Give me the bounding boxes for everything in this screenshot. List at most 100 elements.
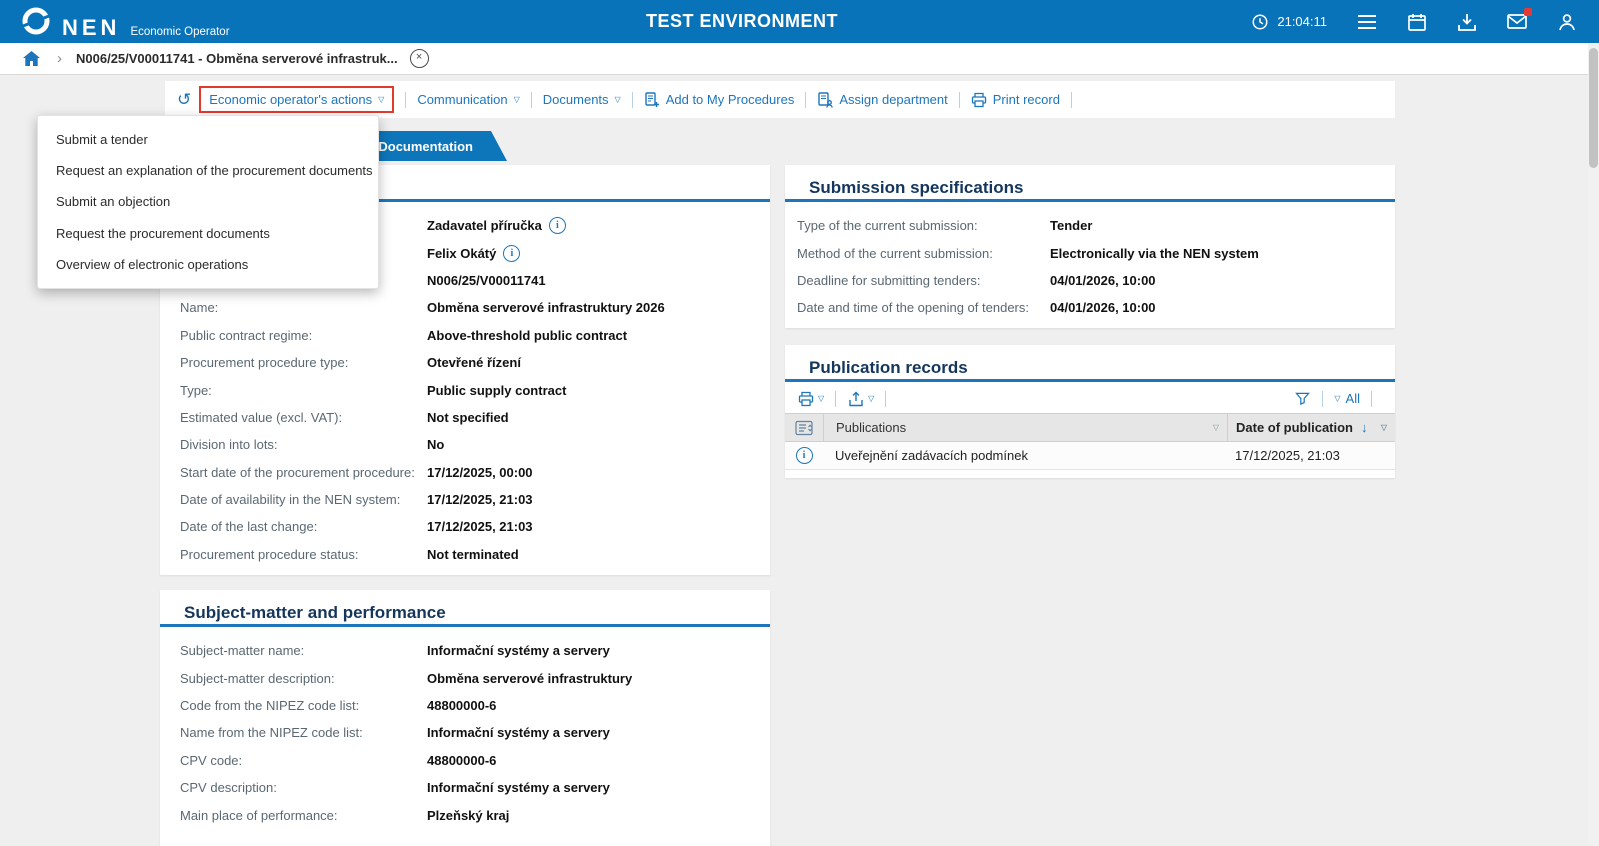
economic-operator-actions-label: Economic operator's actions bbox=[209, 92, 372, 107]
export-icon[interactable] bbox=[847, 390, 864, 407]
nen-logo-icon bbox=[20, 5, 52, 37]
field-row: Subject-matter description: Obměna serve… bbox=[160, 664, 770, 691]
field-label: Start date of the procurement procedure: bbox=[180, 465, 427, 480]
field-label: Procurement procedure status: bbox=[180, 547, 427, 562]
publication-name: Uveřejnění zadávacích podmínek bbox=[823, 448, 1227, 463]
info-icon[interactable]: i bbox=[503, 245, 520, 262]
field-value: Otevřené řízení bbox=[427, 355, 521, 370]
calendar-icon[interactable] bbox=[1407, 12, 1427, 32]
user-icon[interactable] bbox=[1557, 12, 1577, 32]
field-value: Tender bbox=[1050, 218, 1092, 233]
documents-label: Documents bbox=[543, 92, 609, 107]
field-row: Date of availability in the NEN system: … bbox=[160, 486, 770, 513]
field-row: Name from the NIPEZ code list: Informačn… bbox=[160, 719, 770, 746]
table-row[interactable]: i Uveřejnění zadávacích podmínek 17/12/2… bbox=[785, 442, 1395, 470]
field-label: CPV code: bbox=[180, 753, 427, 768]
column-label: Publications bbox=[836, 420, 906, 435]
print-record-button[interactable]: Print record bbox=[971, 92, 1060, 108]
field-row: Procurement procedure status: Not termin… bbox=[160, 541, 770, 568]
chevron-down-icon[interactable]: ▽ bbox=[868, 395, 874, 403]
filter-all-link[interactable]: All bbox=[1346, 391, 1360, 406]
column-filter-icon[interactable]: ▽ bbox=[1213, 423, 1219, 432]
field-row: Estimated value (excl. VAT): Not specifi… bbox=[160, 404, 770, 431]
submission-specifications-card: Submission specifications Type of the cu… bbox=[785, 165, 1395, 328]
column-filter-icon[interactable]: ▽ bbox=[1381, 423, 1387, 432]
sort-desc-icon[interactable]: ↓ bbox=[1361, 420, 1368, 435]
header-actions: 21:04:11 bbox=[1250, 0, 1577, 43]
column-header-publications[interactable]: Publications ▽ bbox=[824, 414, 1228, 441]
field-row: Subject-matter name: Informační systémy … bbox=[160, 637, 770, 664]
filter-icon[interactable] bbox=[1294, 390, 1311, 407]
field-value: 17/12/2025, 21:03 bbox=[427, 519, 533, 534]
scrollbar-track[interactable] bbox=[1588, 43, 1599, 846]
field-row: CPV code: 48800000-6 bbox=[160, 747, 770, 774]
field-row: CPV description: Informační systémy a se… bbox=[160, 774, 770, 801]
field-label: Type of the current submission: bbox=[797, 218, 1050, 233]
field-label: Subject-matter name: bbox=[180, 643, 427, 658]
field-value: Informační systémy a servery bbox=[427, 725, 610, 740]
field-value: Plzeňský kraj bbox=[427, 808, 509, 823]
field-row: Date and time of the opening of tenders:… bbox=[785, 294, 1395, 321]
economic-operator-actions-menu: Submit a tender Request an explanation o… bbox=[37, 115, 379, 289]
close-icon[interactable]: × bbox=[410, 49, 429, 68]
print-record-label: Print record bbox=[993, 92, 1060, 107]
field-value: Not specified bbox=[427, 410, 509, 425]
menu-item-electronic-operations[interactable]: Overview of electronic operations bbox=[38, 249, 378, 280]
column-header-date-of-publication[interactable]: Date of publication ↓ ▽ bbox=[1228, 414, 1395, 441]
brand[interactable]: NEN Economic Operator bbox=[20, 5, 230, 39]
separator bbox=[632, 92, 633, 108]
session-clock: 21:04:11 bbox=[1250, 12, 1327, 32]
separator bbox=[959, 92, 960, 108]
field-row: Type of the current submission: Tender bbox=[785, 212, 1395, 239]
menu-item-request-explanation[interactable]: Request an explanation of the procuremen… bbox=[38, 155, 378, 186]
field-row: Date of the last change: 17/12/2025, 21:… bbox=[160, 513, 770, 540]
economic-operator-actions-button[interactable]: Economic operator's actions ▽ bbox=[199, 86, 394, 113]
field-label: Name: bbox=[180, 300, 427, 315]
field-row: Method of the current submission: Electr… bbox=[785, 239, 1395, 266]
card-title: Submission specifications bbox=[785, 165, 1395, 202]
field-value: Above-threshold public contract bbox=[427, 328, 627, 343]
print-table-icon[interactable] bbox=[797, 390, 814, 407]
notification-badge bbox=[1524, 8, 1532, 16]
field-label: Division into lots: bbox=[180, 437, 427, 452]
filter-preset-icon[interactable]: ▽ bbox=[1334, 395, 1340, 403]
home-icon[interactable] bbox=[22, 50, 41, 68]
field-value: Public supply contract bbox=[427, 383, 566, 398]
field-row: Procurement procedure type: Otevřené říz… bbox=[160, 349, 770, 376]
separator bbox=[405, 92, 406, 108]
breadcrumb-current[interactable]: N006/25/V00011741 - Obměna serverové inf… bbox=[76, 51, 398, 66]
environment-title: TEST ENVIRONMENT bbox=[646, 0, 838, 43]
assign-department-button[interactable]: Assign department bbox=[817, 92, 947, 108]
field-label: Type: bbox=[180, 383, 427, 398]
publications-table-header: Publications ▽ Date of publication ↓ ▽ bbox=[785, 413, 1395, 442]
menu-item-request-documents[interactable]: Request the procurement documents bbox=[38, 218, 378, 249]
chevron-down-icon: ▽ bbox=[514, 96, 520, 104]
documents-menu[interactable]: Documents ▽ bbox=[543, 92, 621, 107]
submission-rows: Type of the current submission: Tender M… bbox=[785, 202, 1395, 322]
brand-name: NEN bbox=[62, 17, 120, 39]
field-label: CPV description: bbox=[180, 780, 427, 795]
history-icon[interactable]: ↺ bbox=[177, 91, 191, 108]
subject-matter-rows: Subject-matter name: Informační systémy … bbox=[160, 627, 770, 829]
column-chooser-cell[interactable] bbox=[785, 414, 824, 441]
scrollbar-thumb[interactable] bbox=[1589, 48, 1598, 168]
messages-icon[interactable] bbox=[1507, 12, 1527, 32]
breadcrumb: › N006/25/V00011741 - Obměna serverové i… bbox=[0, 43, 1599, 75]
field-label: Date and time of the opening of tenders: bbox=[797, 300, 1050, 315]
separator bbox=[1371, 391, 1372, 407]
menu-icon[interactable] bbox=[1357, 12, 1377, 32]
menu-item-submit-objection[interactable]: Submit an objection bbox=[38, 186, 378, 217]
add-to-my-procedures-button[interactable]: Add to My Procedures bbox=[644, 92, 795, 108]
separator bbox=[805, 92, 806, 108]
field-value: Not terminated bbox=[427, 547, 519, 562]
page: NEN Economic Operator TEST ENVIRONMENT 2… bbox=[0, 0, 1599, 846]
communication-menu[interactable]: Communication ▽ bbox=[417, 92, 519, 107]
info-icon[interactable]: i bbox=[549, 217, 566, 234]
download-icon[interactable] bbox=[1457, 12, 1477, 32]
menu-item-submit-tender[interactable]: Submit a tender bbox=[38, 124, 378, 155]
chevron-down-icon[interactable]: ▽ bbox=[818, 395, 824, 403]
field-value: 48800000-6 bbox=[427, 698, 496, 713]
field-label: Code from the NIPEZ code list: bbox=[180, 698, 427, 713]
field-row: Type: Public supply contract bbox=[160, 376, 770, 403]
info-icon[interactable]: i bbox=[796, 447, 813, 464]
